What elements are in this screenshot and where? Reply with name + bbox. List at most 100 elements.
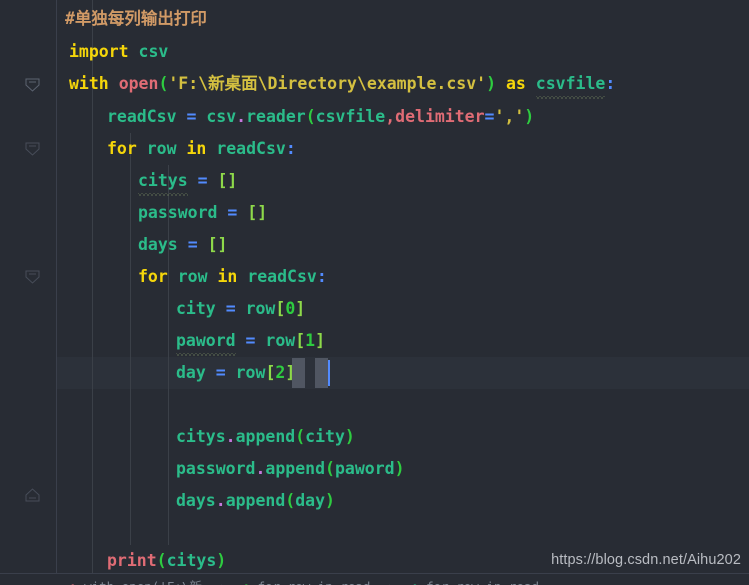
token-operator: = [186,107,197,126]
breadcrumb-separator: › [378,579,404,585]
token-variable-citys: citys [138,165,188,197]
token-variable-password: password [176,459,256,478]
token-paren: ) [394,459,405,478]
token-keyword: import [69,42,129,61]
token-paren: ( [305,107,316,126]
breadcrumb-icon: • [243,579,251,585]
token-index: ] [295,299,306,318]
token-variable-citys: citys [176,427,226,446]
token-arg-city: city [305,427,345,446]
code-line[interactable]: citys = [] [0,165,749,197]
token-dot: . [215,491,226,510]
token-index: ] [315,331,326,350]
code-line[interactable]: import csv [0,36,749,68]
token-empty-list: [] [247,203,268,222]
breadcrumb[interactable]: • with open('F:\新 › • for row in read › … [0,573,749,585]
token-module-csv: csv [206,107,237,126]
gutter-divider [56,0,57,574]
token-paren: ( [295,427,306,446]
token-paren: ) [216,551,227,570]
breadcrumb-item[interactable]: with open('F:\新 [84,579,202,585]
token-operator: = [245,331,256,350]
token-keyword-for: for [138,267,168,286]
token-dot: . [236,107,247,126]
code-line[interactable]: days.append(day) [0,485,749,517]
code-line[interactable]: days = [] [0,229,749,261]
token-number: 0 [285,299,296,318]
token-paren: ) [325,491,335,510]
token-method-append: append [265,459,326,478]
code-line[interactable]: password = [] [0,197,749,229]
token-empty-list: [] [217,171,238,190]
token-variable-paword: paword [176,325,236,357]
token-variable-days: days [138,235,178,254]
token-comma: , [385,107,396,126]
token-variable-readcsv: readCsv [107,107,177,126]
code-editor[interactable]: #单独每列输出打印 import csv with open('F:\新桌面\D… [0,0,749,585]
code-line[interactable]: for row in readCsv: [0,261,749,293]
token-variable-readcsv: readCsv [216,139,286,158]
token-string-path: 'F:\新桌面\Directory\example.csv' [168,74,487,93]
token-variable-day: day [176,363,206,382]
code-line[interactable]: for row in readCsv: [0,133,749,165]
token-operator: = [484,107,495,126]
token-operator: = [187,235,198,254]
code-line[interactable]: paword = row[1] [0,325,749,357]
code-line[interactable]: password.append(paword) [0,453,749,485]
token-keyword-for: for [107,139,137,158]
token-builtin-print: print [107,551,157,570]
token-keyword-in: in [217,267,238,286]
token-paren: ( [285,491,296,510]
token-string-delim: ',' [494,107,525,126]
token-method-append: append [225,491,286,510]
token-variable-row: row [146,139,177,158]
token-colon: : [316,267,327,286]
token-keyword-in: in [186,139,207,158]
breadcrumb-icon: • [411,579,419,585]
breadcrumb-item[interactable]: for row in read [258,579,371,585]
token-paren: ) [524,107,535,126]
token-index: [ [265,363,276,382]
token-variable-city: city [176,299,216,318]
token-comment: #单独每列输出打印 [65,9,207,28]
token-dot: . [255,459,266,478]
code-line[interactable]: #单独每列输出打印 [0,3,749,35]
token-method-reader: reader [246,107,306,126]
token-colon: : [285,139,296,158]
fold-arrow-down-icon[interactable] [24,140,41,157]
token-paren: ( [325,459,335,478]
token-variable-row: row [177,267,208,286]
token-index: [ [295,331,306,350]
code-line[interactable]: readCsv = csv.reader(csvfile,delimiter='… [0,101,749,133]
token-paren: ( [156,551,167,570]
breadcrumb-item[interactable]: for row in read [426,579,539,585]
token-variable-days: days [176,491,216,510]
code-line-active[interactable]: day = row[2] [0,357,749,389]
token-paren: ) [344,427,355,446]
code-line[interactable]: citys.append(city) [0,421,749,453]
fold-arrow-up-icon[interactable] [24,487,41,504]
token-number: 2 [275,363,286,382]
token-builtin-open: open [118,74,159,93]
csdn-watermark: https://blog.csdn.net/Aihu202 [551,552,741,568]
fold-arrow-down-icon[interactable] [24,268,41,285]
token-module: csv [138,42,169,61]
token-arg-csvfile: csvfile [315,107,386,126]
token-arg-citys: citys [166,551,217,570]
token-identifier-csvfile: csvfile [535,68,605,100]
token-keyword-as: as [505,74,526,93]
token-empty-list: [] [207,235,228,254]
code-line[interactable]: city = row[0] [0,293,749,325]
code-content[interactable]: #单独每列输出打印 import csv with open('F:\新桌面\D… [0,0,749,574]
code-line-blank[interactable] [0,389,749,421]
fold-arrow-down-icon[interactable] [24,76,41,93]
token-variable-row: row [235,363,266,382]
token-paren: ) [486,74,497,93]
code-line[interactable]: with open('F:\新桌面\Directory\example.csv'… [0,68,749,100]
token-index: ] [285,363,296,382]
token-number: 1 [305,331,316,350]
token-method-append: append [235,427,296,446]
token-variable-row: row [245,299,276,318]
text-cursor [328,360,330,386]
token-arg-day: day [295,491,326,510]
